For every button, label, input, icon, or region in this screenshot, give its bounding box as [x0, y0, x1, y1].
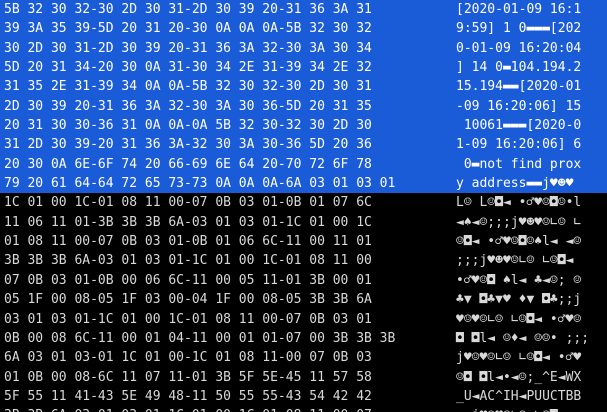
- ascii-row[interactable]: ☺◘ ◘l◄•◄☺;_^E◄WX: [444, 367, 607, 387]
- hex-row[interactable]: 20 30 0A 6E-6F 74 20 66-69 6E 64 20-70 7…: [0, 154, 444, 175]
- ascii-row[interactable]: ☺◘◄ •♂♥☺◘☺♠l◄ ◄☺: [444, 232, 607, 252]
- hex-row[interactable]: 39 3A 35 39-5D 20 31 20-30 0A 0A 0A-5B 3…: [0, 19, 444, 39]
- ascii-row[interactable]: ◘ ◘l◄ ☺♦◄ ☺☺• ;;;: [444, 328, 607, 349]
- ascii-row[interactable]: j♥☺♥☺∟☺ ∟☺◘◄ •♂♥: [444, 348, 607, 368]
- hex-row[interactable]: 79 20 61 64-64 72 65 73-73 0A 0A 0A-6A 0…: [0, 174, 444, 194]
- hex-row[interactable]: 07 0B 03 01-0B 00 06 6C-11 00 05 11-01 3…: [0, 270, 444, 291]
- ascii-row[interactable]: -09 16:20:06] 15: [444, 96, 607, 117]
- hex-row[interactable]: 05 1F 00 08-05 1F 03 00-04 1F 00 08-05 3…: [0, 290, 444, 310]
- hex-viewer[interactable]: 5B 32 30 32-30 2D 30 31-2D 30 39 20-31 3…: [0, 0, 607, 412]
- ascii-row[interactable]: ♣▼ ◘♣▼♥ ♦▼ ◘♣;;j: [444, 290, 607, 310]
- hex-row[interactable]: 0B 00 08 6C-11 00 01 04-11 00 01 01-07 0…: [0, 328, 444, 349]
- hex-row[interactable]: 5F 55 11 41-43 5E 49 48-11 50 55 55-43 5…: [0, 386, 444, 407]
- hex-bytes-pane[interactable]: 5B 32 30 32-30 2D 30 31-2D 30 39 20-31 3…: [0, 0, 444, 412]
- ascii-row[interactable]: [2020-01-09 16:1: [444, 0, 607, 20]
- ascii-row[interactable]: 0▬not find prox: [444, 154, 607, 175]
- hex-row[interactable]: 20 31 30 30-36 31 0A 0A-0A 5B 32 30-32 3…: [0, 116, 444, 136]
- ascii-row[interactable]: ♥☺♥☺∟☺ ∟☺◘◄ •♂♥☺: [444, 309, 607, 329]
- ascii-row[interactable]: L☺ L☺◘◄ •♂♥☺◘☺•l: [444, 193, 607, 213]
- hex-row[interactable]: 1C 01 00 1C-01 08 11 00-07 0B 03 01-0B 0…: [0, 193, 444, 213]
- hex-row[interactable]: 01 08 11 00-07 0B 03 01-0B 01 06 6C-11 0…: [0, 232, 444, 252]
- hex-row[interactable]: 2D 30 39 20-31 36 3A 32-30 3A 30 36-5D 2…: [0, 96, 444, 117]
- ascii-row[interactable]: y address▬▬j♥☻♥: [444, 174, 607, 194]
- hex-row[interactable]: 3B 3B 6A 03-01 03 01 1C-01 00 1C 01-08 1…: [0, 406, 444, 412]
- ascii-row[interactable]: •♂♥☺◘ ♠l◄ ♣◄☺; ☺: [444, 270, 607, 291]
- ascii-row[interactable]: 9:59] 1 0▬▬▬[202: [444, 19, 607, 39]
- hex-row[interactable]: 6A 03 01 03-01 1C 01 00-1C 01 08 11-00 0…: [0, 348, 444, 368]
- hex-row[interactable]: 01 0B 00 08-6C 11 07 11-01 3B 5F 5E-45 1…: [0, 367, 444, 387]
- ascii-row[interactable]: ◄♠◄☺;;;j♥☻♥☺∟☺ ∟: [444, 212, 607, 233]
- ascii-row[interactable]: ;;j♥☺♥☺∟☺ ∟☺◘◄ •: [444, 406, 607, 412]
- ascii-row[interactable]: 1-09 16:20:06] 6: [444, 135, 607, 155]
- ascii-row[interactable]: 10061▬▬▬[2020-0: [444, 116, 607, 136]
- hex-row[interactable]: 11 06 11 01-3B 3B 3B 6A-03 01 03 01-1C 0…: [0, 212, 444, 233]
- ascii-row[interactable]: 0-01-09 16:20:04: [444, 38, 607, 59]
- hex-row[interactable]: 5B 32 30 32-30 2D 30 31-2D 30 39 20-31 3…: [0, 0, 444, 20]
- hex-row[interactable]: 3B 3B 3B 6A-03 01 03 01-1C 01 00 1C-01 0…: [0, 251, 444, 271]
- ascii-row[interactable]: ;;;j♥☻♥☺∟☺ ∟☺◘◄: [444, 251, 607, 271]
- hex-row[interactable]: 30 2D 30 31-2D 30 39 20-31 36 3A 32-30 3…: [0, 38, 444, 59]
- hex-row[interactable]: 31 35 2E 31-39 34 0A 0A-5B 32 30 32-30 2…: [0, 77, 444, 97]
- hex-row[interactable]: 5D 20 31 34-20 30 0A 31-30 34 2E 31-39 3…: [0, 58, 444, 78]
- hex-row[interactable]: 03 01 03 01-1C 01 00 1C-01 08 11 00-07 0…: [0, 309, 444, 329]
- ascii-row[interactable]: _U◄AC^IH◄PUUCTBB: [444, 386, 607, 407]
- ascii-text-pane[interactable]: [2020-01-09 16:1 9:59] 1 0▬▬▬[202 0-01-09 …: [444, 0, 607, 412]
- hex-row[interactable]: 31 2D 30 39-20 31 36 3A-32 30 3A 30-36 5…: [0, 135, 444, 155]
- ascii-row[interactable]: 15.194▬▬[2020-01: [444, 77, 607, 97]
- ascii-row[interactable]: ] 14 0▬104.194.2: [444, 58, 607, 78]
